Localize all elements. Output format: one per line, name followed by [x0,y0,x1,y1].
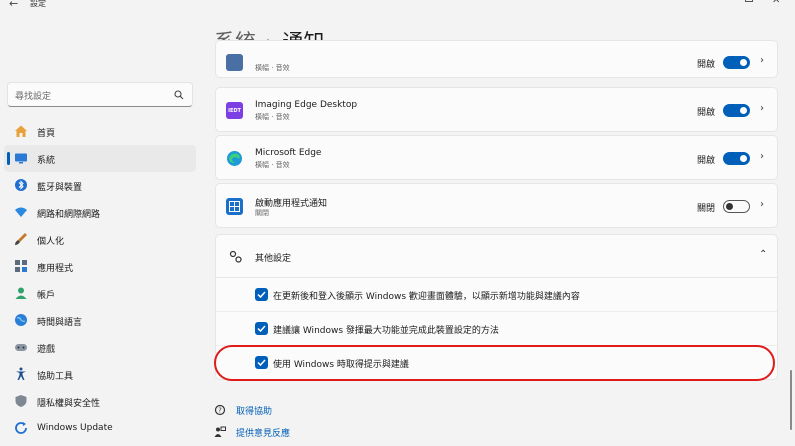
sidebar-item-label: 網路和網際網路 [37,210,101,220]
app-subtitle: 橫幅 · 音效 [255,64,290,72]
notification-toggle[interactable] [723,56,750,69]
search-icon [174,90,184,100]
app-notification-card[interactable]: 橫幅 · 音效 開啟 › [215,40,778,78]
chevron-right-icon[interactable]: › [760,55,764,66]
chevron-up-icon[interactable]: ⌃ [759,249,767,260]
edge-icon [226,150,243,167]
option-label: 在更新後和登入後顯示 Windows 歡迎畫面體驗，以顯示新增功能與建議內容 [273,292,580,302]
feedback-icon [214,426,226,437]
checkmark-icon [257,325,266,333]
sidebar-item-system[interactable]: 系統 [4,145,196,172]
back-arrow-icon[interactable]: ← [9,0,18,10]
sidebar-item-label: 系統 [37,156,56,166]
sidebar-item-apps[interactable]: 應用程式 [4,253,196,280]
sidebar-item-time-language[interactable]: 時間與語言 [4,307,196,334]
sidebar-item-home[interactable]: 首頁 [4,118,196,145]
notification-toggle[interactable] [723,104,750,117]
chevron-right-icon[interactable]: › [760,151,764,162]
chevron-right-icon[interactable]: › [760,199,764,210]
maximize-icon[interactable] [745,0,753,2]
sidebar-item-label: 藍牙與裝置 [37,183,83,193]
system-icon [14,151,28,165]
globe-icon [14,313,28,327]
update-icon [14,421,28,435]
app-name: Imaging Edge Desktop [255,100,358,110]
accessibility-icon [14,367,28,381]
account-icon [14,286,28,300]
sidebar-nav: 首頁 系統 藍牙與裝置 網路和網際網路 個人化 應用程式 帳戶 時間與語言 遊戲… [4,118,196,442]
checkmark-icon [257,291,266,299]
other-settings-label: 其他設定 [255,254,292,264]
title-bar: ← 設定 ✕ [0,0,795,12]
feedback-label: 提供意見反應 [236,429,291,439]
toggle-state-label: 開啟 [697,108,716,118]
sidebar-item-network[interactable]: 網路和網際網路 [4,199,196,226]
sidebar-item-accessibility[interactable]: 協助工具 [4,361,196,388]
close-icon[interactable]: ✕ [772,0,780,6]
app-subtitle: 橫幅 · 音效 [255,113,290,121]
app-subtitle: 橫幅 · 音效 [255,161,290,169]
checkbox-checked[interactable] [255,288,268,301]
app-notification-card[interactable]: Microsoft Edge 橫幅 · 音效 開啟 › [215,135,778,180]
get-help-label: 取得協助 [236,407,273,417]
sidebar-item-label: 帳戶 [37,291,56,301]
notification-toggle[interactable] [723,200,750,213]
apps-icon [14,259,28,273]
sidebar-item-label: 個人化 [37,237,65,247]
option-row[interactable]: 建議讓 Windows 發揮最大功能並完成此裝置設定的方法 [216,312,777,346]
app-notification-card[interactable]: 啟動應用程式通知 關閉 關閉 › [215,183,778,228]
sidebar-item-personalization[interactable]: 個人化 [4,226,196,253]
sidebar-item-label: 協助工具 [37,372,74,382]
window-title: 設定 [30,0,46,8]
sidebar-item-gaming[interactable]: 遊戲 [4,334,196,361]
highlight-annotation [214,345,775,381]
startup-apps-icon [226,198,243,215]
imaging-edge-icon: IEDT [226,102,243,119]
gears-icon [229,250,242,263]
app-subtitle: 關閉 [255,209,269,217]
sidebar-item-privacy[interactable]: 隱私權與安全性 [4,388,196,415]
notification-toggle[interactable] [723,152,750,165]
sidebar-item-label: 遊戲 [37,345,56,355]
svg-text:?: ? [218,407,222,415]
option-label: 建議讓 Windows 發揮最大功能並完成此裝置設定的方法 [273,326,499,336]
sidebar-item-label: 時間與語言 [37,318,83,328]
sidebar-item-windows-update[interactable]: Windows Update [4,415,196,442]
toggle-state-label: 開啟 [697,60,716,70]
brush-icon [14,232,28,246]
sidebar-item-label: 隱私權與安全性 [37,399,101,409]
app-notification-card[interactable]: IEDT Imaging Edge Desktop 橫幅 · 音效 開啟 › [215,87,778,132]
shield-icon [14,394,28,408]
sidebar-item-label: 首頁 [37,129,56,139]
search-placeholder: 尋找設定 [15,92,52,102]
search-input[interactable]: 尋找設定 [7,82,193,107]
toggle-state-label: 開啟 [697,156,716,166]
home-icon [14,124,28,138]
option-row[interactable]: 在更新後和登入後顯示 Windows 歡迎畫面體驗，以顯示新增功能與建議內容 [216,278,777,312]
checkbox-checked[interactable] [255,322,268,335]
bluetooth-icon [14,178,28,192]
toggle-state-label: 關閉 [697,204,716,214]
sidebar-item-label: 應用程式 [37,264,74,274]
wifi-icon [14,205,28,219]
sidebar-item-bluetooth[interactable]: 藍牙與裝置 [4,172,196,199]
help-icon: ? [214,404,226,416]
chevron-right-icon[interactable]: › [760,103,764,114]
gamepad-icon [14,340,28,354]
app-name: Microsoft Edge [255,148,322,158]
sidebar-item-label: Windows Update [37,423,113,433]
app-icon [226,54,243,71]
sidebar-item-accounts[interactable]: 帳戶 [4,280,196,307]
scrollbar[interactable] [790,370,792,430]
other-settings-header[interactable]: 其他設定 ⌃ [215,234,778,278]
